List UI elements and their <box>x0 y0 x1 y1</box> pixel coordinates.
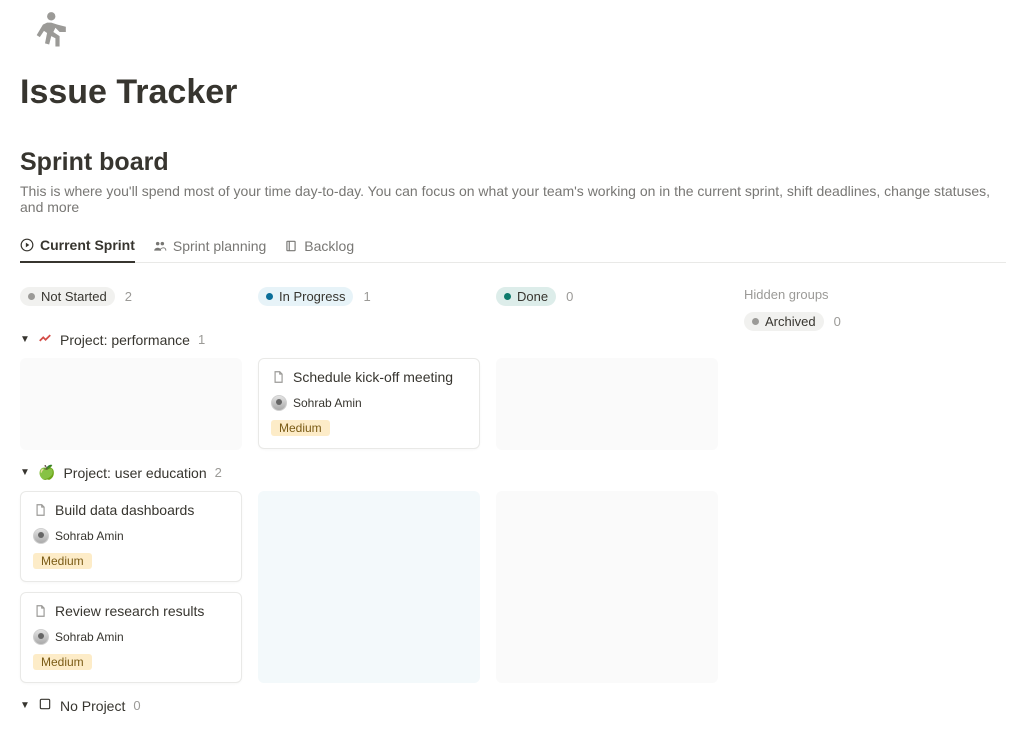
play-circle-icon <box>20 238 34 252</box>
card-stack: Schedule kick-off meeting Sohrab Amin Me… <box>258 358 480 450</box>
people-icon <box>153 239 167 253</box>
chevron-down-icon: ▼ <box>20 700 30 711</box>
avatar <box>33 528 49 544</box>
column-count: 0 <box>566 289 573 304</box>
status-dot <box>28 293 35 300</box>
status-pill-done: Done <box>496 287 556 306</box>
hidden-group-archived[interactable]: Archived 0 <box>744 312 914 331</box>
empty-box-icon <box>38 697 52 714</box>
status-pill-in-progress: In Progress <box>258 287 353 306</box>
card[interactable]: Build data dashboards Sohrab Amin Medium <box>20 491 242 582</box>
column-header[interactable]: Not Started 2 <box>20 287 242 306</box>
group-name: Project: user education <box>63 465 206 481</box>
priority-tag: Medium <box>33 654 92 670</box>
card-stack: Build data dashboards Sohrab Amin Medium… <box>20 491 242 683</box>
tab-sprint-planning[interactable]: Sprint planning <box>153 233 266 262</box>
group-name: No Project <box>60 698 125 714</box>
kanban-board: Not Started 2 In Progress 1 Done 0 Hidde… <box>20 287 1006 331</box>
group-row-user-education: Build data dashboards Sohrab Amin Medium… <box>20 491 1006 683</box>
chevron-down-icon: ▼ <box>20 334 30 345</box>
column-count: 2 <box>125 289 132 304</box>
tab-label: Sprint planning <box>173 238 266 254</box>
card[interactable]: Review research results Sohrab Amin Medi… <box>20 592 242 683</box>
section-title: Sprint board <box>20 148 1006 177</box>
chart-upward-icon <box>38 331 52 348</box>
column-header[interactable]: Done 0 <box>496 287 718 306</box>
column-in-progress: In Progress 1 <box>258 287 480 320</box>
notebook-icon <box>284 239 298 253</box>
tab-backlog[interactable]: Backlog <box>284 233 354 262</box>
avatar <box>33 629 49 645</box>
priority-tag: Medium <box>33 553 92 569</box>
group-name: Project: performance <box>60 332 190 348</box>
status-pill-not-started: Not Started <box>20 287 115 306</box>
status-label: Archived <box>765 314 816 329</box>
hidden-groups-title: Hidden groups <box>744 287 914 302</box>
document-icon <box>271 370 285 387</box>
card-title: Build data dashboards <box>55 502 194 518</box>
group-count: 0 <box>133 698 140 713</box>
card-title: Schedule kick-off meeting <box>293 369 453 385</box>
running-person-icon <box>20 8 1006 61</box>
view-tabs: Current Sprint Sprint planning Backlog <box>20 233 1006 263</box>
assignee-name: Sohrab Amin <box>55 529 124 543</box>
group-header-no-project[interactable]: ▼ No Project 0 <box>20 697 1006 714</box>
group-row-performance: Schedule kick-off meeting Sohrab Amin Me… <box>20 358 1006 450</box>
empty-card-slot[interactable] <box>496 491 718 683</box>
chevron-down-icon: ▼ <box>20 467 30 478</box>
tab-label: Backlog <box>304 238 354 254</box>
tab-label: Current Sprint <box>40 237 135 253</box>
status-label: Not Started <box>41 289 107 304</box>
column-done: Done 0 <box>496 287 718 320</box>
document-icon <box>33 604 47 621</box>
column-count: 1 <box>363 289 370 304</box>
empty-card-slot[interactable] <box>258 491 480 683</box>
group-header-user-education[interactable]: ▼ 🍏 Project: user education 2 <box>20 464 1006 481</box>
status-dot <box>752 318 759 325</box>
green-apple-icon: 🍏 <box>38 464 55 481</box>
priority-tag: Medium <box>271 420 330 436</box>
column-header[interactable]: In Progress 1 <box>258 287 480 306</box>
hidden-group-count: 0 <box>834 314 841 329</box>
status-dot <box>266 293 273 300</box>
assignee-name: Sohrab Amin <box>55 630 124 644</box>
empty-card-slot[interactable] <box>496 358 718 450</box>
empty-card-slot[interactable] <box>20 358 242 450</box>
status-pill-archived: Archived <box>744 312 824 331</box>
status-label: Done <box>517 289 548 304</box>
column-not-started: Not Started 2 <box>20 287 242 320</box>
group-header-performance[interactable]: ▼ Project: performance 1 <box>20 331 1006 348</box>
group-count: 1 <box>198 332 205 347</box>
status-label: In Progress <box>279 289 345 304</box>
assignee-name: Sohrab Amin <box>293 396 362 410</box>
status-dot <box>504 293 511 300</box>
hidden-groups-panel: Hidden groups Archived 0 <box>734 287 914 331</box>
section-description: This is where you'll spend most of your … <box>20 183 1006 215</box>
card[interactable]: Schedule kick-off meeting Sohrab Amin Me… <box>258 358 480 449</box>
document-icon <box>33 503 47 520</box>
tab-current-sprint[interactable]: Current Sprint <box>20 233 135 263</box>
group-count: 2 <box>215 465 222 480</box>
page-title: Issue Tracker <box>20 73 1006 112</box>
card-title: Review research results <box>55 603 204 619</box>
avatar <box>271 395 287 411</box>
